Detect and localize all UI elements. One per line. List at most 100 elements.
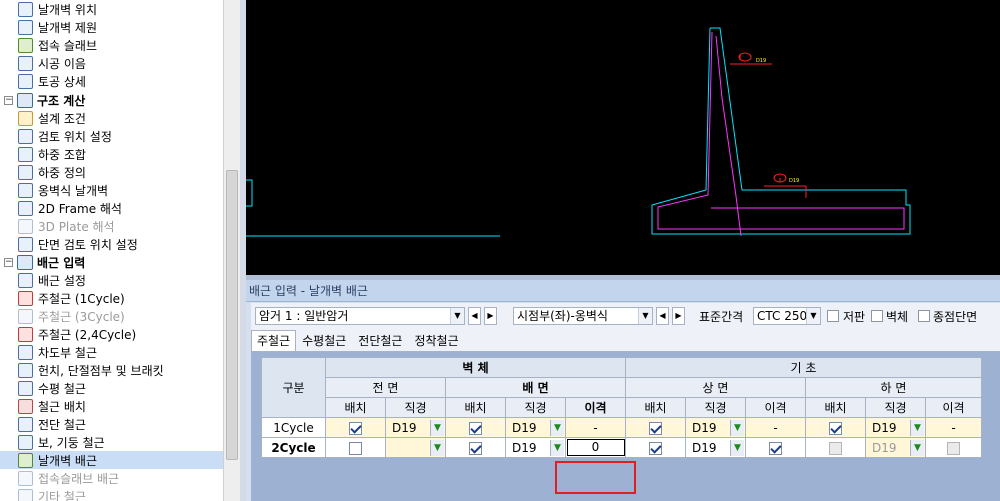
chevron-down-icon[interactable]: ▼ <box>450 308 464 324</box>
end-section-checkbox[interactable] <box>918 310 930 322</box>
back-diameter-cell[interactable]: D19 ▼ <box>505 417 566 438</box>
tree-item-earthwork[interactable]: 토공 상세 <box>0 72 86 90</box>
checkbox-checked[interactable] <box>649 421 662 435</box>
chevron-down-icon[interactable]: ▼ <box>550 419 564 436</box>
rebar-input-panel: 배근 입력 - 날개벽 배근 암거 1 : 일반암거 ▼ ◀ ▶ 시점부(좌)-… <box>246 280 1000 501</box>
top-offset-cell[interactable]: - <box>745 417 806 438</box>
checkbox-checked[interactable] <box>829 421 842 435</box>
tree-item-main-rebar-3cycle[interactable]: 주철근 (3Cycle) <box>0 307 125 325</box>
offset-input[interactable]: 0 <box>566 439 625 456</box>
tree-item-beam-column-rebar[interactable]: 보, 기둥 철근 <box>0 433 105 451</box>
next-culvert-button[interactable]: ▶ <box>484 307 497 325</box>
collapse-icon[interactable]: − <box>4 257 13 267</box>
top-layout-cell[interactable] <box>625 417 686 438</box>
checkbox-checked[interactable] <box>469 421 482 435</box>
diameter-value: D19 <box>392 420 417 435</box>
collapse-icon[interactable]: − <box>4 95 13 105</box>
position-select[interactable]: 시점부(좌)-옹벽식 ▼ <box>513 307 653 325</box>
next-position-button[interactable]: ▶ <box>672 307 685 325</box>
tree-item-rebar-layout[interactable]: 철근 배치 <box>0 397 86 415</box>
checkbox-checked[interactable] <box>349 421 362 435</box>
approach-slab-rebar-icon <box>18 470 33 486</box>
tree-item-load-combination[interactable]: 하중 조합 <box>0 145 86 163</box>
front-layout-cell[interactable] <box>325 437 386 458</box>
approach-slab-icon <box>18 37 33 53</box>
bottom-diameter-cell[interactable]: D19 ▼ <box>865 417 926 438</box>
tree-item-label: 단면 검토 위치 설정 <box>38 237 138 252</box>
tree-item-label: 주철근 (2,4Cycle) <box>38 327 137 342</box>
back-offset-cell[interactable]: 0 <box>565 437 626 458</box>
chevron-down-icon[interactable]: ▼ <box>730 419 744 436</box>
culvert-select[interactable]: 암거 1 : 일반암거 ▼ <box>255 307 465 325</box>
cad-viewport[interactable]: D19 D19 <box>246 0 1000 275</box>
checkbox-checked[interactable] <box>769 441 782 455</box>
chevron-down-icon[interactable]: ▼ <box>730 439 744 456</box>
tree-item-label: 하중 조합 <box>38 147 86 162</box>
tree-item-section-review[interactable]: 단면 검토 위치 설정 <box>0 235 138 253</box>
checkbox-checked[interactable] <box>649 441 662 455</box>
header-back-offset[interactable]: 이격 <box>565 397 626 418</box>
back-offset-cell[interactable]: - <box>565 417 626 438</box>
prev-position-button[interactable]: ◀ <box>656 307 669 325</box>
wall-checkbox[interactable] <box>871 310 883 322</box>
front-layout-cell[interactable] <box>325 417 386 438</box>
bottom-offset-cell[interactable] <box>925 437 982 458</box>
chevron-down-icon[interactable]: ▼ <box>806 308 820 324</box>
tree-item-retaining-wingwall[interactable]: 옹벽식 날개벽 <box>0 181 108 199</box>
tree-item-main-rebar-24cycle[interactable]: 주철근 (2,4Cycle) <box>0 325 136 343</box>
tab-anchorage-rebar[interactable]: 정착철근 <box>408 330 464 352</box>
bottom-diameter-cell[interactable]: D19 ▼ <box>865 437 926 458</box>
tree-scrollbar[interactable] <box>223 0 240 501</box>
tab-shear-rebar[interactable]: 전단철근 <box>352 330 408 352</box>
bottom-layout-cell[interactable] <box>805 437 866 458</box>
tab-horizontal-rebar[interactable]: 수평철근 <box>296 330 352 352</box>
base-slab-checkbox[interactable] <box>827 310 839 322</box>
top-diameter-cell[interactable]: D19 ▼ <box>685 417 746 438</box>
tree-item-haunch-bracket[interactable]: 헌치, 단절점부 및 브래킷 <box>0 361 164 379</box>
front-diameter-cell[interactable]: D19 ▼ <box>385 417 446 438</box>
tree-item-approach-slab-rebar[interactable]: 접속슬래브 배근 <box>0 469 119 487</box>
chevron-down-icon[interactable]: ▼ <box>910 439 924 456</box>
chevron-down-icon[interactable]: ▼ <box>430 439 444 456</box>
tree-item-review-position[interactable]: 검토 위치 설정 <box>0 127 112 145</box>
chevron-down-icon[interactable]: ▼ <box>430 419 444 436</box>
tree-item-plate-3d[interactable]: 3D Plate 해석 <box>0 217 115 235</box>
tree-item-main-rebar-1cycle[interactable]: 주철근 (1Cycle) <box>0 289 125 307</box>
chevron-down-icon[interactable]: ▼ <box>638 308 652 324</box>
tree-group-structure-calc[interactable]: − 구조 계산 <box>0 91 85 109</box>
tree-item-wingwall-spec[interactable]: 날개벽 제원 <box>0 18 97 36</box>
tree-item-load-definition[interactable]: 하중 정의 <box>0 163 86 181</box>
tree-item-wingwall-position[interactable]: 날개벽 위치 <box>0 0 97 18</box>
bottom-offset-cell[interactable]: - <box>925 417 982 438</box>
tree-item-shear-rebar[interactable]: 전단 철근 <box>0 415 86 433</box>
back-layout-cell[interactable] <box>445 417 506 438</box>
review-position-icon <box>18 128 33 144</box>
chevron-down-icon[interactable]: ▼ <box>910 419 924 436</box>
front-diameter-cell[interactable]: ▼ <box>385 437 446 458</box>
checkbox-checked[interactable] <box>469 441 482 455</box>
tree-item-frame-2d[interactable]: 2D Frame 해석 <box>0 199 122 217</box>
chevron-down-icon[interactable]: ▼ <box>550 439 564 456</box>
tree-item-roadway-rebar[interactable]: 차도부 철근 <box>0 343 97 361</box>
tree-group-rebar-input[interactable]: − 배근 입력 <box>0 253 85 271</box>
top-offset-cell[interactable] <box>745 437 806 458</box>
tree-item-construction-joint[interactable]: 시공 이음 <box>0 54 86 72</box>
tab-main-rebar[interactable]: 주철근 <box>251 330 297 352</box>
tree-item-horizontal-rebar[interactable]: 수평 철근 <box>0 379 86 397</box>
tree-scrollbar-thumb[interactable] <box>226 170 238 460</box>
back-layout-cell[interactable] <box>445 437 506 458</box>
spacing-select[interactable]: CTC 250 ▼ <box>753 307 821 325</box>
header-bottom-layout: 배치 <box>805 397 866 418</box>
top-layout-cell[interactable] <box>625 437 686 458</box>
back-diameter-cell[interactable]: D19 ▼ <box>505 437 566 458</box>
tree-item-design-condition[interactable]: 설계 조건 <box>0 109 86 127</box>
bottom-layout-cell[interactable] <box>805 417 866 438</box>
top-diameter-cell[interactable]: D19 ▼ <box>685 437 746 458</box>
tree-item-other-rebar[interactable]: 기타 철근 <box>0 487 86 501</box>
checkbox-unchecked[interactable] <box>349 441 362 455</box>
prev-culvert-button[interactable]: ◀ <box>468 307 481 325</box>
tree-item-label: 옹벽식 날개벽 <box>38 183 109 198</box>
tree-item-approach-slab[interactable]: 접속 슬래브 <box>0 36 97 54</box>
tree-item-wingwall-rebar[interactable]: 날개벽 배근 <box>0 451 223 469</box>
tree-item-rebar-setting[interactable]: 배근 설정 <box>0 271 86 289</box>
